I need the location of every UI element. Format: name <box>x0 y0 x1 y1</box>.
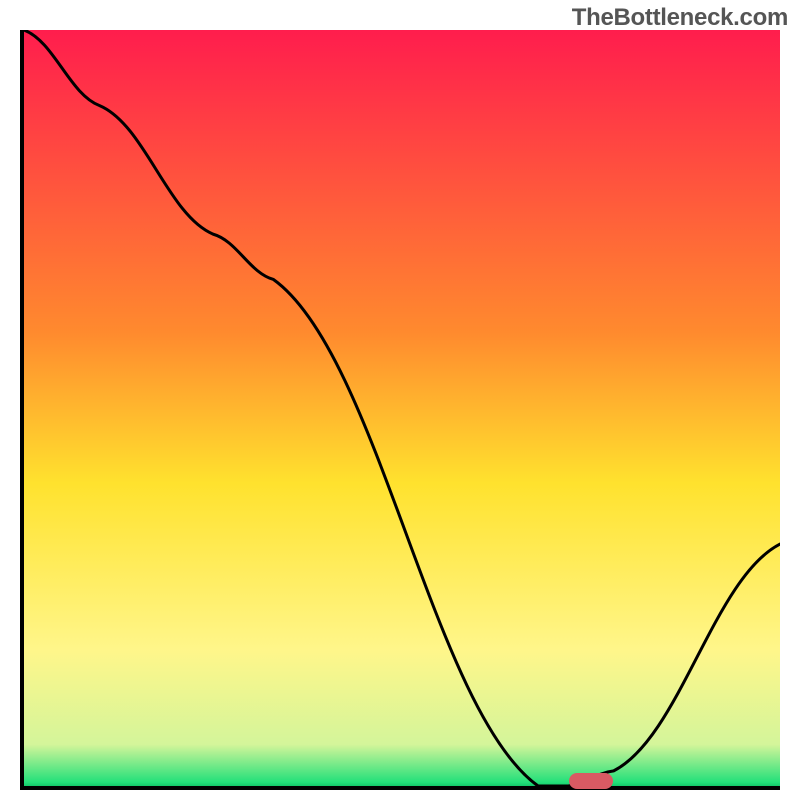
chart-container: TheBottleneck.com <box>0 0 800 800</box>
plot-area <box>20 30 780 790</box>
watermark-text: TheBottleneck.com <box>572 4 788 32</box>
optimal-marker <box>569 773 613 789</box>
bottleneck-curve <box>24 30 780 786</box>
